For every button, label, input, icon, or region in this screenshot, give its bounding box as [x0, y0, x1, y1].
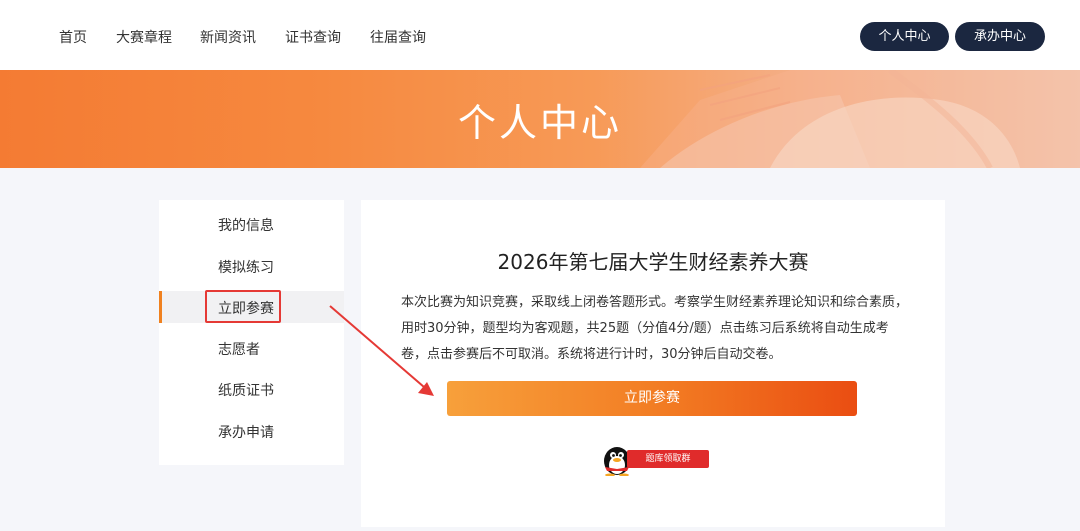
- sidebar-item-label: 我的信息: [218, 218, 274, 234]
- sidebar-item-practice[interactable]: 模拟练习: [159, 250, 344, 282]
- top-nav: 首页 大赛章程 新闻资讯 证书查询 往届查询 个人中心 承办中心: [0, 0, 1080, 70]
- page-banner: 个人中心: [0, 70, 1080, 168]
- nav-link-past-events[interactable]: 往届查询: [370, 27, 426, 47]
- nav-link-home[interactable]: 首页: [59, 27, 87, 47]
- contest-card: 2026年第七届大学生财经素养大赛 本次比赛为知识竞赛，采取线上闭卷答题形式。考…: [361, 200, 945, 527]
- qq-group-badge[interactable]: 题库领取群: [597, 440, 709, 476]
- nav-link-rules[interactable]: 大赛章程: [116, 27, 172, 47]
- sidebar-item-label: 纸质证书: [218, 383, 274, 399]
- join-contest-button[interactable]: 立即参赛: [447, 381, 857, 416]
- sidebar-item-label: 模拟练习: [218, 260, 274, 276]
- sidebar-item-join-now[interactable]: 立即参赛: [159, 290, 344, 323]
- sidebar-item-volunteer[interactable]: 志愿者: [159, 332, 344, 364]
- qq-group-label: 题库领取群: [627, 450, 709, 468]
- nav-link-certificate[interactable]: 证书查询: [285, 27, 341, 47]
- nav-link-news[interactable]: 新闻资讯: [200, 27, 256, 47]
- highlight-box: [205, 290, 281, 323]
- sidebar-item-label: 志愿者: [218, 342, 260, 358]
- contest-description: 本次比赛为知识竞赛，采取线上闭卷答题形式。考察学生财经素养理论知识和综合素质，用…: [401, 295, 909, 362]
- sidebar: 我的信息 模拟练习 立即参赛 志愿者 纸质证书 承办申请: [159, 200, 344, 465]
- sidebar-item-label: 承办申请: [218, 425, 274, 441]
- organizer-center-button[interactable]: 承办中心: [955, 22, 1045, 51]
- personal-center-button[interactable]: 个人中心: [860, 22, 949, 51]
- active-indicator: [159, 291, 162, 323]
- sidebar-item-host-application[interactable]: 承办申请: [159, 415, 344, 447]
- contest-title: 2026年第七届大学生财经素养大赛: [497, 250, 809, 274]
- sidebar-item-paper-certificate[interactable]: 纸质证书: [159, 373, 344, 405]
- sidebar-item-my-info[interactable]: 我的信息: [159, 208, 344, 240]
- banner-title: 个人中心: [457, 101, 622, 145]
